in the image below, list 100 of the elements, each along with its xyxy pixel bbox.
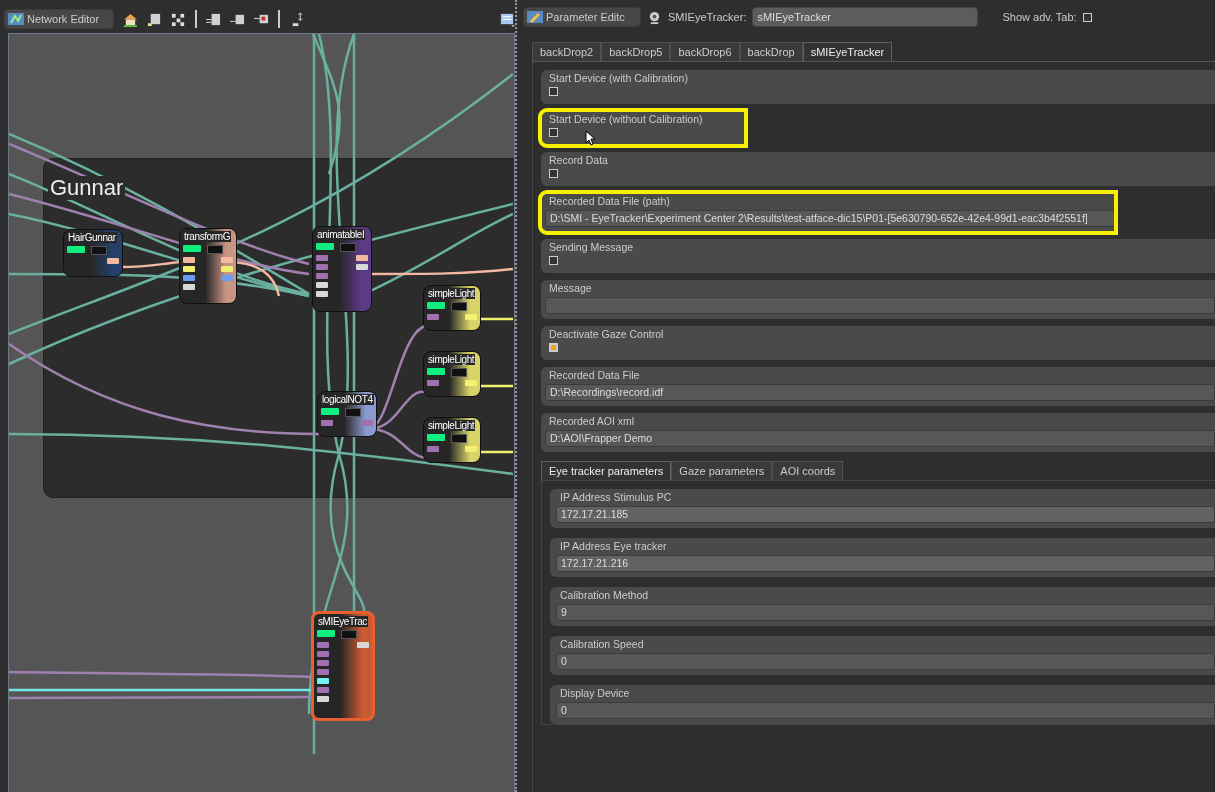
layout-icon[interactable] xyxy=(171,11,186,27)
output-port[interactable] xyxy=(465,446,477,452)
parameter-label: Calibration Method xyxy=(560,589,649,601)
node-toggle[interactable] xyxy=(345,408,361,417)
node-canvas[interactable]: Gunnar HairGunnar transformG animatableI simpleLight simpleLight logicalNOT4 simpleLight sMIEyeTrac xyxy=(8,33,515,792)
parameter-label: Recorded AOI xml xyxy=(549,415,635,427)
output-port[interactable] xyxy=(221,266,233,272)
parameter-checkbox[interactable] xyxy=(549,169,558,178)
input-port[interactable] xyxy=(427,380,439,386)
graph-node[interactable]: simpleLight xyxy=(423,285,481,331)
node-tab[interactable]: backDrop6 xyxy=(670,42,740,61)
input-port[interactable] xyxy=(183,284,195,290)
input-port[interactable] xyxy=(316,273,328,279)
network-editor-button[interactable]: Network Editor xyxy=(4,9,114,29)
node-title: simpleLight xyxy=(427,288,476,299)
show-adv-tab-checkbox[interactable] xyxy=(1082,12,1092,22)
graph-node[interactable]: simpleLight xyxy=(423,417,481,463)
node-tab[interactable]: backDrop xyxy=(739,42,803,61)
parameter-label: Recorded Data File xyxy=(549,369,640,381)
parameter-field[interactable]: D:\SMI - EyeTracker\Experiment Center 2\Results\test-atface-dic15\P01-[5e630790-652e-42e4-99d1-eac3b4f2551f] xyxy=(545,210,1115,227)
output-port[interactable] xyxy=(221,275,233,281)
node-title: HairGunnar xyxy=(67,232,117,243)
parameter-label: Start Device (without Calibration) xyxy=(549,113,703,125)
parameter-tab[interactable]: Gaze parameters xyxy=(671,461,773,480)
node-tab[interactable]: backDrop2 xyxy=(532,42,602,61)
node-title: transformG xyxy=(183,231,231,242)
output-port[interactable] xyxy=(107,258,119,264)
parameter-tab[interactable]: AOI coords xyxy=(772,461,844,480)
graph-node[interactable]: HairGunnar xyxy=(63,229,123,277)
node-toggle[interactable] xyxy=(451,302,467,311)
input-port[interactable] xyxy=(183,275,195,281)
node-toggle[interactable] xyxy=(207,245,223,254)
parameter-editor-button[interactable]: Parameter Editc xyxy=(523,7,641,27)
node-status-bar xyxy=(427,302,445,309)
node-tab[interactable]: backDrop5 xyxy=(601,42,671,61)
input-port[interactable] xyxy=(183,257,195,263)
editor-icon xyxy=(527,10,543,24)
input-port[interactable] xyxy=(317,642,329,648)
parameter-checkbox[interactable] xyxy=(549,256,558,265)
graph-node[interactable]: animatableI xyxy=(312,226,372,312)
parameter-label: Display Device xyxy=(560,687,630,699)
graph-node[interactable]: simpleLight xyxy=(423,351,481,397)
graph-node[interactable]: transformG xyxy=(179,228,237,304)
node-toggle[interactable] xyxy=(451,434,467,443)
parameter-tab[interactable]: Eye tracker parameters xyxy=(541,461,672,480)
output-port[interactable] xyxy=(221,257,233,263)
graph-node[interactable]: sMIEyeTrac xyxy=(311,611,375,721)
parameter-label: Calibration Speed xyxy=(560,638,644,650)
input-port[interactable] xyxy=(316,255,328,261)
node-status-bar xyxy=(183,245,201,252)
mouse-cursor-icon xyxy=(585,130,595,146)
parameter-label: Sending Message xyxy=(549,241,634,253)
input-port[interactable] xyxy=(316,282,328,288)
input-port[interactable] xyxy=(317,696,329,702)
input-port[interactable] xyxy=(317,678,329,684)
node-status-bar xyxy=(427,434,445,441)
parameter-checkbox[interactable] xyxy=(549,128,558,137)
node-name-field[interactable]: sMIEyeTracker xyxy=(752,7,979,27)
input-port[interactable] xyxy=(317,651,329,657)
input-port[interactable] xyxy=(427,446,439,452)
output-port[interactable] xyxy=(357,642,369,648)
output-port[interactable] xyxy=(465,314,477,320)
parameter-field[interactable]: 0 xyxy=(556,702,1215,719)
frame-node-icon[interactable] xyxy=(147,11,162,27)
graph-node[interactable]: logicalNOT4 xyxy=(317,391,377,437)
parameter-checkbox[interactable] xyxy=(549,87,558,96)
input-port[interactable] xyxy=(317,687,329,693)
input-port[interactable] xyxy=(183,266,195,272)
panel-menu-icon[interactable] xyxy=(500,11,515,27)
parameter-field[interactable]: 172.17.21.216 xyxy=(556,555,1215,572)
parameter-field[interactable]: D:\AOI\Frapper Demo xyxy=(545,430,1215,447)
output-port[interactable] xyxy=(356,264,368,270)
output-port[interactable] xyxy=(361,420,373,426)
editor-icon xyxy=(8,12,24,26)
node-tab[interactable]: sMIEyeTracker xyxy=(802,42,893,61)
parameter-field[interactable]: D:\Recordings\record.idf xyxy=(545,384,1215,401)
home-icon[interactable] xyxy=(123,11,138,27)
input-port[interactable] xyxy=(316,264,328,270)
node-toggle[interactable] xyxy=(91,246,107,255)
node-toggle[interactable] xyxy=(340,243,356,252)
output-port[interactable] xyxy=(465,380,477,386)
input-node-icon[interactable] xyxy=(206,11,221,27)
node-label: SMIEyeTracker: xyxy=(668,11,747,23)
input-port[interactable] xyxy=(321,420,333,426)
parameter-label: IP Address Stimulus PC xyxy=(560,491,672,503)
node-status-bar xyxy=(316,243,334,250)
parameter-checkbox[interactable] xyxy=(549,343,558,352)
input-port[interactable] xyxy=(317,660,329,666)
parameter-label: Message xyxy=(549,282,592,294)
input-port[interactable] xyxy=(427,314,439,320)
input-port[interactable] xyxy=(316,291,328,297)
node-toggle[interactable] xyxy=(451,368,467,377)
output-port[interactable] xyxy=(356,255,368,261)
parameter-field[interactable]: 0 xyxy=(556,653,1215,670)
parameter-field[interactable] xyxy=(545,297,1215,314)
parameter-field[interactable]: 9 xyxy=(556,604,1215,621)
parameter-field[interactable]: 172.17.21.185 xyxy=(556,506,1215,523)
parameter-label: IP Address Eye tracker xyxy=(560,540,667,552)
node-toggle[interactable] xyxy=(341,630,357,639)
input-port[interactable] xyxy=(317,669,329,675)
